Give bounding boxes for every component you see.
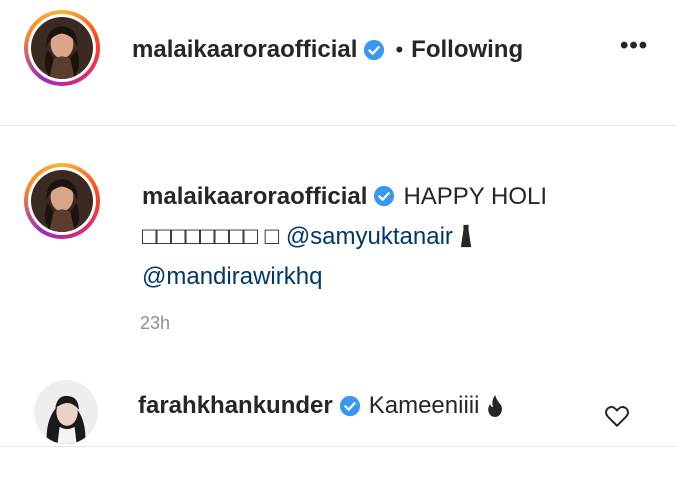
following-button[interactable]: Following (411, 36, 523, 64)
caption-greeting: HAPPY HOLI (403, 183, 548, 210)
profile-avatar[interactable] (24, 10, 100, 86)
caption-avatar[interactable] (24, 163, 100, 239)
dress-emoji-icon (460, 224, 471, 248)
header-username[interactable]: malaikaaroraofficial (132, 36, 357, 64)
more-options-icon[interactable]: ••• (620, 32, 648, 60)
comment-text: Kameeniiii (368, 392, 480, 419)
heart-icon[interactable] (604, 404, 630, 428)
header-user-line: malaikaaroraofficial • Following (132, 36, 523, 64)
verified-badge-icon (339, 395, 360, 417)
verified-badge-icon (364, 39, 385, 61)
verified-badge-icon (374, 185, 395, 207)
commenter-avatar[interactable] (34, 380, 98, 444)
caption-avatar-image (31, 170, 93, 232)
caption-block: malaikaaroraofficial HAPPY HOLI □□□□□□□□… (0, 127, 676, 359)
comment-row: farahkhankunder Kameeniiii (0, 372, 676, 447)
mention-mandirawirkhq[interactable]: @mandirawirkhq (142, 263, 322, 290)
comment-text-line: farahkhankunder Kameeniiii (138, 392, 503, 420)
mention-samyuktanair[interactable]: @samyuktanair (286, 223, 453, 250)
post-header: malaikaaroraofficial • Following ••• (0, 0, 676, 126)
comment-username[interactable]: farahkhankunder (138, 392, 333, 420)
fire-emoji-icon (488, 395, 503, 417)
caption-emoji-glyphs: □□□□□□□□ □ (142, 223, 280, 250)
caption-text: malaikaaroraofficial HAPPY HOLI □□□□□□□□… (142, 177, 652, 297)
post-timestamp[interactable]: 23h (140, 313, 170, 334)
avatar-image (31, 17, 93, 79)
caption-username[interactable]: malaikaaroraofficial (142, 183, 367, 210)
separator-dot: • (395, 37, 404, 62)
